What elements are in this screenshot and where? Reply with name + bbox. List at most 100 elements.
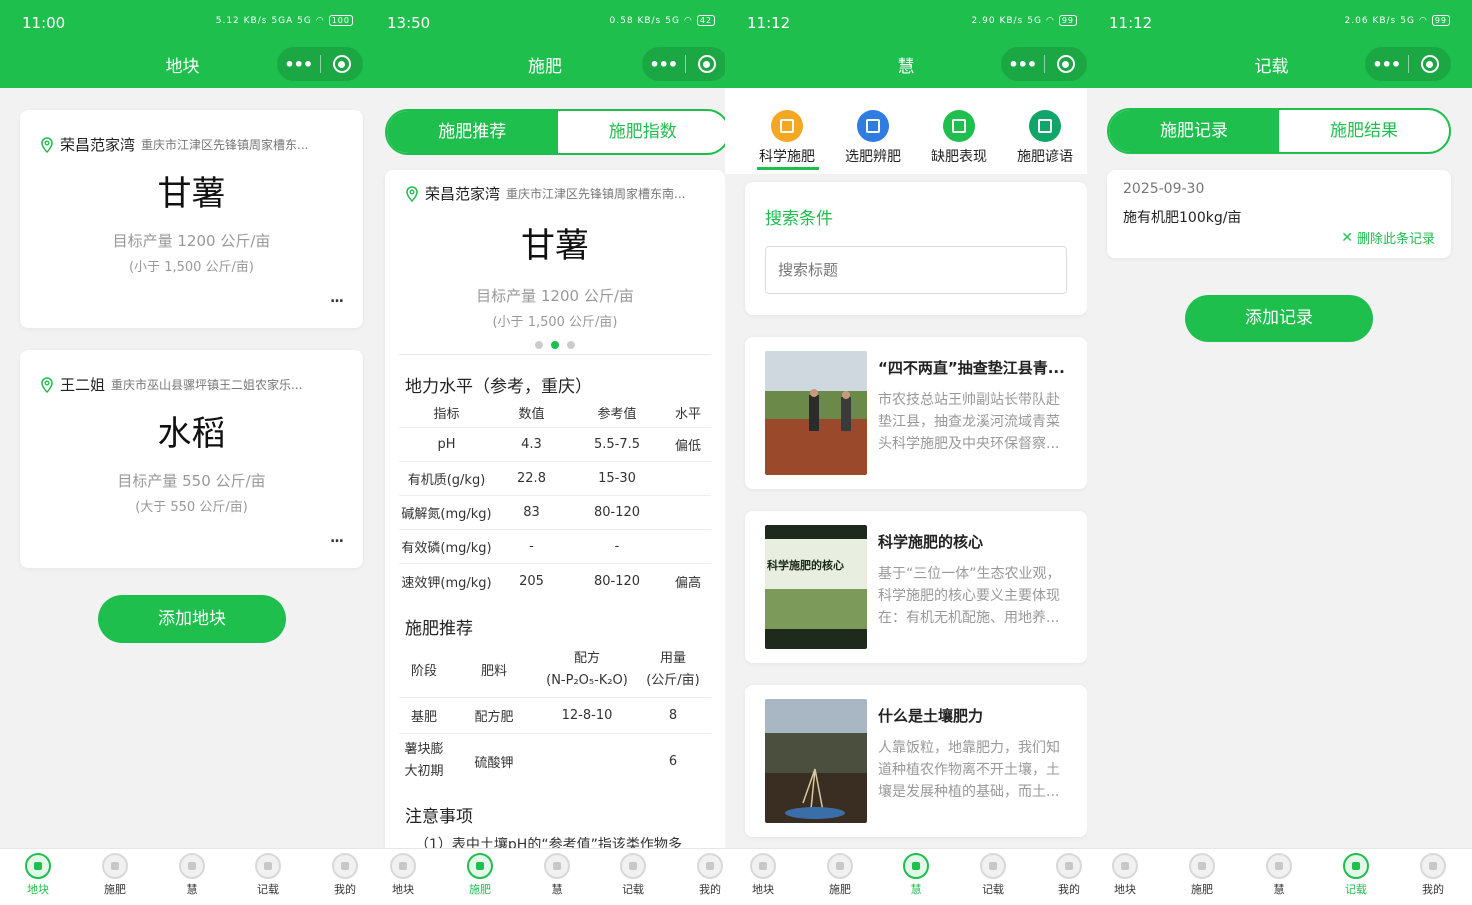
video-thumbnail: 科学施肥的核心 xyxy=(765,525,867,649)
screen-fertilize: 13:50 0.58 KB/s 5G ◠ 42 施肥 ••• 施肥推荐 施肥指数… xyxy=(365,0,725,905)
category-deficiency[interactable]: 缺肥表现 xyxy=(919,108,999,166)
location-pin-icon xyxy=(41,136,53,153)
plots-icon xyxy=(750,853,776,879)
tab-fertilize[interactable]: 施肥 xyxy=(450,853,510,897)
records-icon xyxy=(255,853,281,879)
search-card: 搜索条件 xyxy=(745,182,1087,315)
status-icons: 0.58 KB/s 5G ◠ 42 xyxy=(610,15,715,26)
article-summary: 基于“三位一体”生态农业观，科学施肥的核心要义主要体现在：有机无机配施、用地养.… xyxy=(878,566,1061,626)
table-cell: 80-120 xyxy=(593,573,641,589)
article-card[interactable]: 科学施肥的核心 科学施肥的核心 基于“三位一体”生态农业观，科学施肥的核心要义主… xyxy=(745,511,1087,663)
col-header: 水平 xyxy=(674,407,701,422)
plot-card[interactable]: 王二姐 重庆市巫山县骡坪镇王二姐农家乐... 水稻 目标产量 550 公斤/亩 … xyxy=(20,350,363,568)
article-card[interactable]: 什么是土壤肥力 人靠饭粒，地靠肥力，我们知道种植农作物离不开土壤，土壤是发展种植… xyxy=(745,685,1087,837)
tab-fertilize[interactable]: 施肥 xyxy=(810,853,870,897)
tab-fertilize-record[interactable]: 施肥记录 xyxy=(1109,110,1279,152)
table-cell: 8 xyxy=(668,708,678,723)
status-time: 11:12 xyxy=(747,14,791,32)
status-time: 11:12 xyxy=(1109,14,1153,32)
tab-wisdom[interactable]: 慧 xyxy=(886,853,946,897)
plot-target-yield: 目标产量 550 公斤/亩 xyxy=(117,472,266,490)
close-icon: ✕ xyxy=(1341,229,1353,246)
table-cell: 偏低 xyxy=(674,439,701,454)
close-miniprogram-icon[interactable] xyxy=(1408,55,1451,73)
more-icon[interactable]: ••• xyxy=(277,55,320,74)
tab-label: 记载 xyxy=(1345,883,1367,896)
add-record-button[interactable]: 添加记录 xyxy=(1185,295,1373,342)
formula-header: 配方 xyxy=(573,650,600,666)
article-card[interactable]: “四不两直”抽查垫江县青... 市农技总站王帅副站长带队赴垫江县，抽查龙溪河流域… xyxy=(745,337,1087,489)
plot-more-button[interactable]: ... xyxy=(330,290,344,306)
category-identify[interactable]: 选肥辨肥 xyxy=(833,108,913,166)
clipboard-icon xyxy=(943,110,975,142)
tab-me[interactable]: 我的 xyxy=(1039,853,1087,897)
carousel-dot[interactable] xyxy=(567,341,575,349)
grid-icon xyxy=(771,110,803,142)
table-cell: 偏高 xyxy=(674,575,701,591)
location-pin-icon xyxy=(41,376,53,393)
chart-icon xyxy=(857,110,889,142)
close-miniprogram-icon[interactable] xyxy=(685,55,725,73)
plot-yield-range: (小于 1,500 公斤/亩) xyxy=(492,315,618,330)
tab-fertilize-result[interactable]: 施肥结果 xyxy=(1279,110,1449,152)
me-icon xyxy=(1420,853,1446,879)
carousel-dot[interactable] xyxy=(535,341,543,349)
tab-label: 我的 xyxy=(334,883,356,896)
article-image xyxy=(765,351,867,475)
fertilize-icon xyxy=(827,853,853,879)
net-speed: 5.12 KB/s xyxy=(215,15,268,26)
category-proverbs[interactable]: 施肥谚语 xyxy=(1005,108,1085,166)
more-icon[interactable]: ••• xyxy=(1001,55,1044,74)
plot-crop: 甘薯 xyxy=(157,174,226,214)
tab-records[interactable]: 记载 xyxy=(603,853,663,897)
header: 11:12 2.90 KB/s 5G ◠ 99 慧 ••• xyxy=(725,0,1087,88)
search-input[interactable] xyxy=(765,246,1067,294)
tab-label: 地块 xyxy=(1114,883,1136,896)
carousel-dot-active[interactable] xyxy=(551,341,559,349)
notes-title: 注意事项 xyxy=(405,807,473,827)
table-cell: pH xyxy=(437,437,456,452)
tab-wisdom[interactable]: 慧 xyxy=(1249,853,1309,897)
add-plot-button[interactable]: 添加地块 xyxy=(98,595,286,643)
tab-me[interactable]: 我的 xyxy=(315,853,365,897)
soil-section-title: 地力水平（参考，重庆） xyxy=(405,377,592,397)
wisdom-icon xyxy=(179,853,205,879)
thumbnail-caption: 科学施肥的核心 xyxy=(767,558,844,572)
tab-plots[interactable]: 地块 xyxy=(373,853,433,897)
tab-label: 施肥 xyxy=(1191,883,1213,896)
more-icon[interactable]: ••• xyxy=(642,55,685,74)
plots-icon xyxy=(1112,853,1138,879)
close-miniprogram-icon[interactable] xyxy=(320,55,363,73)
tab-plots[interactable]: 地块 xyxy=(8,853,68,897)
table-cell: - xyxy=(614,539,620,554)
tab-records[interactable]: 记载 xyxy=(238,853,298,897)
tab-recommendation[interactable]: 施肥推荐 xyxy=(387,111,558,153)
close-miniprogram-icon[interactable] xyxy=(1044,55,1087,73)
tab-records[interactable]: 记载 xyxy=(1326,853,1386,897)
mini-program-capsule: ••• xyxy=(1365,47,1451,81)
battery-icon: 42 xyxy=(696,15,715,26)
field-photo xyxy=(765,351,867,475)
tab-fertilize[interactable]: 施肥 xyxy=(1172,853,1232,897)
records-icon xyxy=(1343,853,1369,879)
tab-wisdom[interactable]: 慧 xyxy=(527,853,587,897)
plot-card[interactable]: 荣昌范家湾 重庆市江津区先锋镇周家槽东... 甘薯 目标产量 1200 公斤/亩… xyxy=(20,110,363,328)
me-icon xyxy=(332,853,358,879)
wifi-icon: ◠ xyxy=(683,15,693,26)
category-science[interactable]: 科学施肥 xyxy=(747,108,827,166)
tab-index[interactable]: 施肥指数 xyxy=(558,111,726,153)
records-icon xyxy=(980,853,1006,879)
tab-plots[interactable]: 地块 xyxy=(733,853,793,897)
net-speed: 2.90 KB/s xyxy=(971,15,1024,26)
tab-records[interactable]: 记载 xyxy=(963,853,1023,897)
tab-wisdom[interactable]: 慧 xyxy=(162,853,222,897)
tab-plots[interactable]: 地块 xyxy=(1095,853,1155,897)
plot-more-button[interactable]: ... xyxy=(330,530,344,546)
tab-me[interactable]: 我的 xyxy=(1403,853,1463,897)
more-icon[interactable]: ••• xyxy=(1365,55,1408,74)
tab-me[interactable]: 我的 xyxy=(680,853,725,897)
plots-icon xyxy=(25,853,51,879)
col-header: 阶段 xyxy=(410,664,437,679)
tab-fertilize[interactable]: 施肥 xyxy=(85,853,145,897)
delete-record-button[interactable]: ✕ 删除此条记录 xyxy=(1341,228,1435,248)
